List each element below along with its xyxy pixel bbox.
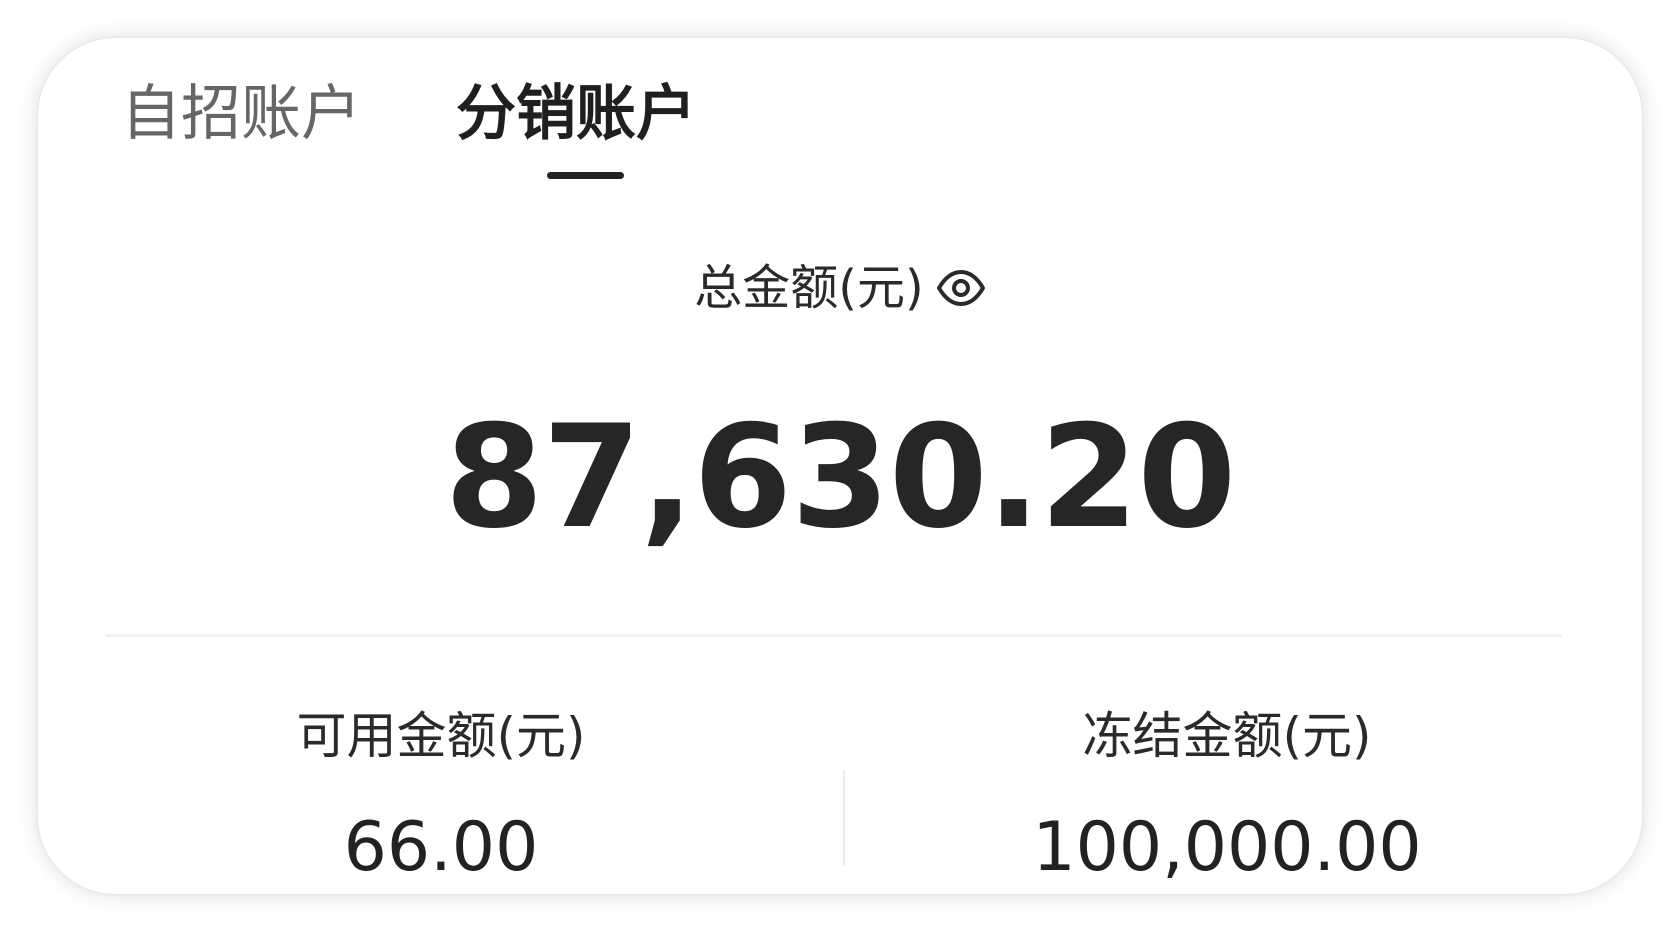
available-amount-section: 可用金额(元) 66.00 (60, 702, 822, 888)
total-amount-header: 总金额(元) (38, 256, 1642, 320)
column-divider (843, 770, 845, 866)
tab-distribution-account[interactable]: 分销账户 (456, 74, 696, 154)
available-amount-value: 66.00 (343, 808, 539, 887)
eye-icon[interactable] (936, 268, 986, 308)
account-tabs: 自招账户 分销账户 (38, 38, 1642, 188)
total-amount-label: 总金额(元) (694, 260, 924, 316)
section-divider (106, 634, 1562, 637)
screen: 自招账户 分销账户 总金额(元) 87,630.20 可用金额(元) 66.00… (0, 0, 1680, 932)
available-amount-label: 可用金额(元) (296, 707, 586, 765)
frozen-amount-label: 冻结金额(元) (1082, 707, 1372, 765)
active-tab-indicator (547, 172, 624, 179)
tab-self-recruited-account[interactable]: 自招账户 (121, 74, 361, 154)
frozen-amount-value: 100,000.00 (1032, 808, 1422, 887)
frozen-amount-section: 冻结金额(元) 100,000.00 (846, 702, 1608, 888)
total-amount-value: 87,630.20 (444, 395, 1237, 560)
account-balance-card: 自招账户 分销账户 总金额(元) 87,630.20 可用金额(元) 66.00… (38, 38, 1642, 894)
